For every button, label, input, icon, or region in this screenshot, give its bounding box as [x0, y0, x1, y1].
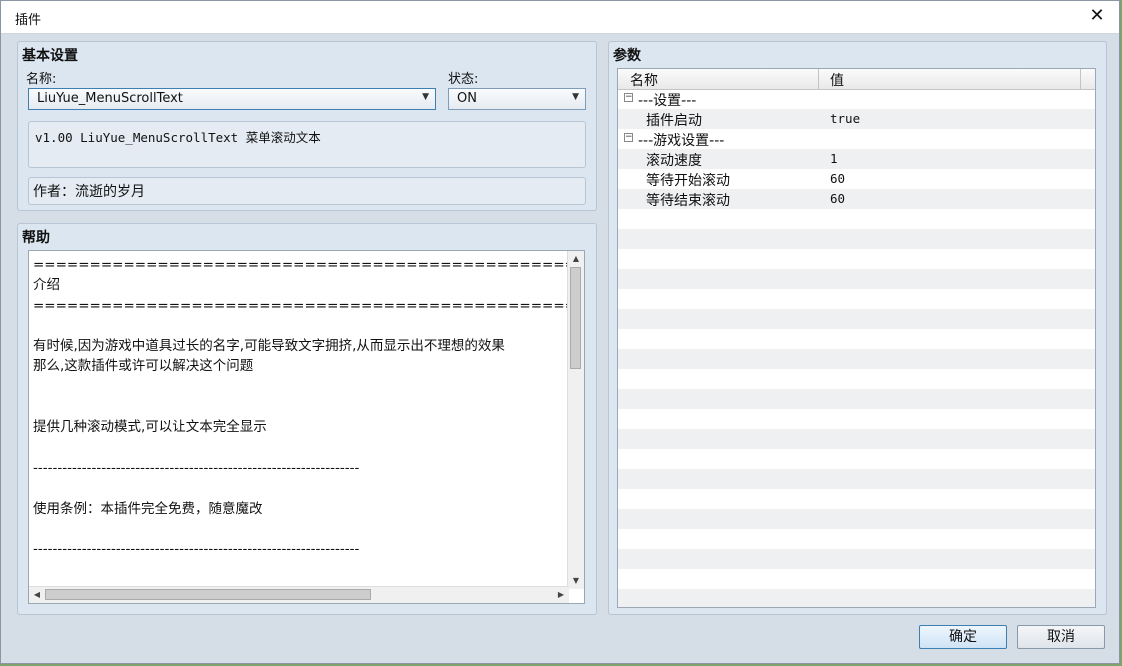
title-bar: 插件 ✕ — [1, 1, 1119, 34]
help-line: 有时候,因为游戏中道具过长的名字,可能导致文字拥挤,从而显示出不理想的效果 — [33, 338, 505, 355]
param-name: 滚动速度 — [646, 153, 702, 169]
empty-grid-row — [618, 529, 1095, 549]
horizontal-scrollbar[interactable]: ◀ ▶ — [29, 586, 569, 603]
parameters-group: 参数 名称 值 − ---设置--- 插件启动 true − ---游戏设置--- 滚动速度… — [608, 41, 1107, 615]
horizontal-scroll-thumb[interactable] — [45, 589, 371, 600]
plugin-name-value: LiuYue_MenuScrollText — [37, 91, 183, 106]
param-name: 等待开始滚动 — [646, 173, 730, 189]
empty-grid-row — [618, 369, 1095, 389]
help-line — [33, 519, 568, 539]
help-line — [33, 377, 568, 397]
window-title: 插件 — [15, 13, 42, 28]
help-line — [33, 316, 568, 336]
param-name: 等待结束滚动 — [646, 193, 730, 209]
empty-grid-row — [618, 229, 1095, 249]
help-line: ----------------------------------------… — [33, 459, 360, 476]
empty-grid-row — [618, 469, 1095, 489]
collapse-icon[interactable]: − — [624, 133, 633, 142]
author-text: 作者：流逝的岁月 — [33, 184, 145, 200]
help-text: ========================================… — [33, 255, 568, 580]
cancel-button[interactable]: 取消 — [1017, 625, 1105, 649]
help-line: ========================================… — [33, 257, 568, 273]
empty-grid-row — [618, 509, 1095, 529]
scroll-left-icon[interactable]: ◀ — [29, 587, 45, 603]
empty-grid-row — [618, 389, 1095, 409]
grid-header: 名称 值 — [618, 69, 1095, 90]
parameters-title: 参数 — [613, 48, 641, 64]
help-line: 使用条例：本插件完全免费，随意魔改 — [33, 500, 263, 517]
empty-grid-row — [618, 209, 1095, 229]
param-name: 插件启动 — [646, 113, 702, 129]
collapse-icon[interactable]: − — [624, 93, 633, 102]
param-value: 60 — [830, 171, 846, 186]
param-value: true — [830, 111, 861, 126]
help-group: 帮助 =====================================… — [17, 223, 597, 615]
name-label: 名称: — [26, 72, 57, 87]
empty-grid-row — [618, 449, 1095, 469]
plugin-name-select[interactable]: LiuYue_MenuScrollText ▼ — [28, 88, 436, 110]
scroll-right-icon[interactable]: ▶ — [553, 587, 569, 603]
empty-grid-row — [618, 269, 1095, 289]
empty-grid-row — [618, 249, 1095, 269]
help-line: 提供几种滚动模式,可以让文本完全显示 — [33, 419, 267, 436]
plugin-description: v1.00 LiuYue_MenuScrollText 菜单滚动文本 — [28, 121, 586, 168]
param-name: ---设置--- — [638, 93, 697, 109]
empty-grid-row — [618, 429, 1095, 449]
column-divider — [818, 69, 819, 89]
close-icon[interactable]: ✕ — [1083, 3, 1111, 29]
empty-grid-row — [618, 349, 1095, 369]
parameters-grid: 名称 值 − ---设置--- 插件启动 true − ---游戏设置--- 滚动速度 1 等待… — [617, 68, 1096, 608]
column-divider — [1080, 69, 1081, 89]
param-group-row[interactable]: − ---设置--- — [618, 89, 1095, 109]
empty-grid-row — [618, 569, 1095, 589]
help-line: 那么,这款插件或许可以解决这个问题 — [33, 358, 254, 375]
plugin-dialog: 插件 ✕ 基本设置 名称: LiuYue_MenuScrollText ▼ 状态… — [0, 0, 1120, 664]
param-name: ---游戏设置--- — [638, 133, 725, 149]
basic-settings-group: 基本设置 名称: LiuYue_MenuScrollText ▼ 状态: ON … — [17, 41, 597, 211]
empty-grid-row — [618, 329, 1095, 349]
chevron-down-icon: ▼ — [572, 92, 579, 102]
empty-grid-row — [618, 589, 1095, 607]
help-line: 介绍 — [33, 277, 60, 294]
description-text: v1.00 LiuYue_MenuScrollText 菜单滚动文本 — [35, 130, 321, 145]
param-row[interactable]: 等待开始滚动 60 — [618, 169, 1095, 189]
param-row[interactable]: 滚动速度 1 — [618, 149, 1095, 169]
help-text-area[interactable]: ========================================… — [28, 250, 585, 604]
help-title: 帮助 — [22, 230, 50, 246]
ok-button[interactable]: 确定 — [919, 625, 1007, 649]
scroll-down-icon[interactable]: ▼ — [568, 573, 584, 589]
empty-grid-row — [618, 309, 1095, 329]
param-value: 60 — [830, 191, 846, 206]
help-line — [33, 397, 568, 417]
help-line: ----------------------------------------… — [33, 541, 360, 558]
chevron-down-icon: ▼ — [422, 92, 429, 102]
empty-grid-row — [618, 549, 1095, 569]
param-row[interactable]: 插件启动 true — [618, 109, 1095, 129]
vertical-scrollbar[interactable]: ▲ ▼ — [567, 251, 584, 589]
vertical-scroll-thumb[interactable] — [570, 267, 581, 369]
help-line — [33, 438, 568, 458]
status-select[interactable]: ON ▼ — [448, 88, 586, 110]
plugin-author: 作者：流逝的岁月 — [28, 177, 586, 205]
help-line — [33, 559, 568, 579]
scroll-up-icon[interactable]: ▲ — [568, 251, 584, 267]
param-value: 1 — [830, 151, 838, 166]
column-header-name[interactable]: 名称 — [630, 70, 658, 90]
help-line — [33, 478, 568, 498]
column-header-value[interactable]: 值 — [830, 70, 844, 90]
help-line: ========================================… — [33, 297, 568, 314]
param-row[interactable]: 等待结束滚动 60 — [618, 189, 1095, 209]
empty-grid-row — [618, 489, 1095, 509]
param-group-row[interactable]: − ---游戏设置--- — [618, 129, 1095, 149]
empty-grid-row — [618, 409, 1095, 429]
basic-settings-title: 基本设置 — [22, 48, 78, 64]
empty-grid-row — [618, 289, 1095, 309]
status-value: ON — [457, 91, 477, 106]
status-label: 状态: — [448, 72, 479, 87]
